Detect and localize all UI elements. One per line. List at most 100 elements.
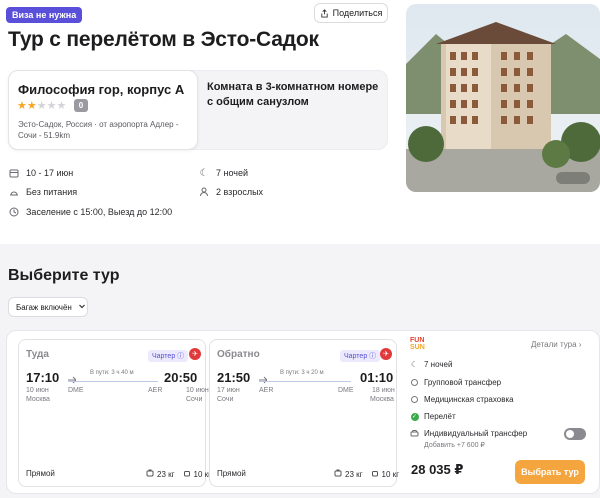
inbound-arr-date: 18 июн (372, 387, 395, 394)
star-icon: ★ (56, 100, 67, 112)
airline-logo-icon: ✈ (189, 348, 201, 360)
inbound-baggage: 23 кг 10 кг (334, 469, 399, 479)
outbound-dep-city: Москва (26, 396, 50, 403)
star-icon: ★ (17, 100, 27, 112)
star-icon: ★ (26, 100, 37, 112)
individual-transfer-toggle[interactable] (564, 428, 586, 440)
star-icon: ★ (36, 100, 47, 112)
moon-icon: ☾ (199, 167, 209, 179)
outbound-dep-code: DME (68, 387, 84, 394)
info-icon: ⓘ (369, 353, 377, 360)
select-tour-button[interactable]: Выбрать тур (515, 460, 585, 484)
share-icon (320, 8, 328, 18)
feature-insurance-text: Медицинская страховка (424, 395, 514, 404)
circle-icon (411, 379, 418, 386)
outbound-title: Туда (26, 349, 49, 360)
choose-tour-heading: Выберите тур (8, 267, 120, 284)
check-icon: ✓ (410, 412, 419, 421)
car-icon (410, 429, 419, 438)
suitcase-icon (146, 469, 154, 479)
inbound-dep-date: 17 июн (217, 387, 240, 394)
outbound-dep-time: 17:10 (26, 370, 60, 385)
charter-label: Чартер (152, 353, 176, 360)
inbound-duration: В пути: 3 ч 20 м (280, 370, 324, 376)
page-title: Тур с перелётом в Эсто-Садок (8, 28, 319, 51)
hotel-photo-illustration (406, 4, 600, 192)
route-line (259, 381, 351, 382)
outbound-duration: В пути: 3 ч 40 м (90, 370, 134, 376)
visa-badge: Виза не нужна (6, 7, 83, 23)
charter-badge: Чартер ⓘ (340, 350, 381, 362)
tour-details-link[interactable]: Детали тура › (531, 340, 581, 349)
person-icon (198, 186, 210, 198)
inbound-title: Обратно (217, 349, 260, 360)
dates-text: 10 - 17 июн (26, 168, 74, 178)
chevron-right-icon: › (578, 340, 582, 349)
info-icon: ⓘ (177, 353, 185, 360)
star-icon: ★ (46, 100, 57, 112)
outbound-dep-date: 10 июн (26, 387, 49, 394)
inbound-arr-code: DME (338, 387, 354, 394)
outbound-arr-date: 10 июн (186, 387, 209, 394)
feature-individual-transfer: Индивидуальный трансфер (410, 429, 527, 438)
feature-group-transfer: Групповой трансфер (410, 378, 501, 387)
room-description: Комната в 3-комнатном номере с общим сан… (207, 81, 379, 108)
checkin-text: Заселение с 15:00, Выезд до 12:00 (26, 207, 173, 217)
baggage-filter[interactable]: Багаж включён (8, 297, 88, 317)
info-nights: ☾ 7 ночей (198, 167, 249, 179)
outbound-arr-code: AER (148, 387, 163, 394)
calendar-icon (8, 167, 20, 179)
nights-text: 7 ночей (216, 168, 249, 178)
hand-luggage-weight: 10 кг (381, 469, 400, 479)
rating-badge: 0 (74, 99, 88, 112)
individual-transfer-price: Добавить +7 600 ₽ (424, 442, 485, 449)
hotel-name[interactable]: Философия гор, корпус А (18, 82, 184, 97)
operator-logo-line2: SUN (410, 344, 425, 351)
hand-bag-icon (183, 469, 191, 479)
tour-details-label: Детали тура (531, 340, 577, 349)
outbound-arr-city: Сочи (186, 396, 203, 403)
moon-icon: ☾ (410, 360, 419, 369)
inbound-arr-time: 01:10 (360, 370, 394, 385)
meal-icon (8, 186, 20, 198)
charter-label: Чартер (344, 353, 368, 360)
suitcase-icon (334, 469, 342, 479)
baggage-filter-label: Багаж включён (16, 302, 72, 312)
info-dates: 10 - 17 июн (8, 167, 73, 179)
info-guests: 2 взрослых (198, 186, 263, 198)
operator-logo-line1: FUN (410, 337, 425, 344)
outbound-arr-time: 20:50 (164, 370, 198, 385)
feature-individual-transfer-text: Индивидуальный трансфер (424, 429, 528, 438)
route-line (68, 381, 158, 382)
meal-text: Без питания (26, 187, 78, 197)
feature-nights: ☾ 7 ночей (410, 360, 453, 369)
hotel-address: Эсто-Садок, Россия · от аэропорта Адлер … (18, 120, 179, 140)
outbound-flight-type: Прямой (26, 469, 55, 478)
tour-price: 28 035 ₽ (411, 462, 464, 477)
share-button[interactable]: Поделиться (314, 3, 388, 23)
outbound-baggage: 23 кг 10 кг (146, 469, 211, 479)
inbound-dep-code: AER (259, 387, 274, 394)
clock-icon (8, 206, 20, 218)
inbound-flight-type: Прямой (217, 469, 246, 478)
guests-text: 2 взрослых (216, 187, 264, 197)
share-label: Поделиться (332, 8, 383, 18)
circle-icon (411, 396, 418, 403)
info-meal: Без питания (8, 186, 77, 198)
baggage-weight: 23 кг (345, 469, 363, 479)
baggage-weight: 23 кг (157, 469, 175, 479)
charter-badge: Чартер ⓘ (148, 350, 189, 362)
operator-logo: FUN SUN (410, 337, 425, 351)
feature-flight-text: Перелёт (424, 412, 456, 421)
feature-flight: ✓ Перелёт (410, 412, 456, 421)
airline-logo-icon: ✈ (380, 348, 392, 360)
feature-group-transfer-text: Групповой трансфер (424, 378, 502, 387)
inbound-dep-time: 21:50 (217, 370, 251, 385)
info-checkin: Заселение с 15:00, Выезд до 12:00 (8, 206, 172, 218)
feature-nights-text: 7 ночей (424, 360, 453, 369)
hotel-photo[interactable] (406, 4, 600, 192)
inbound-arr-city: Москва (370, 396, 394, 403)
feature-insurance: Медицинская страховка (410, 395, 514, 404)
hand-bag-icon (371, 469, 379, 479)
hotel-stars: ★★★★★ (17, 99, 66, 112)
